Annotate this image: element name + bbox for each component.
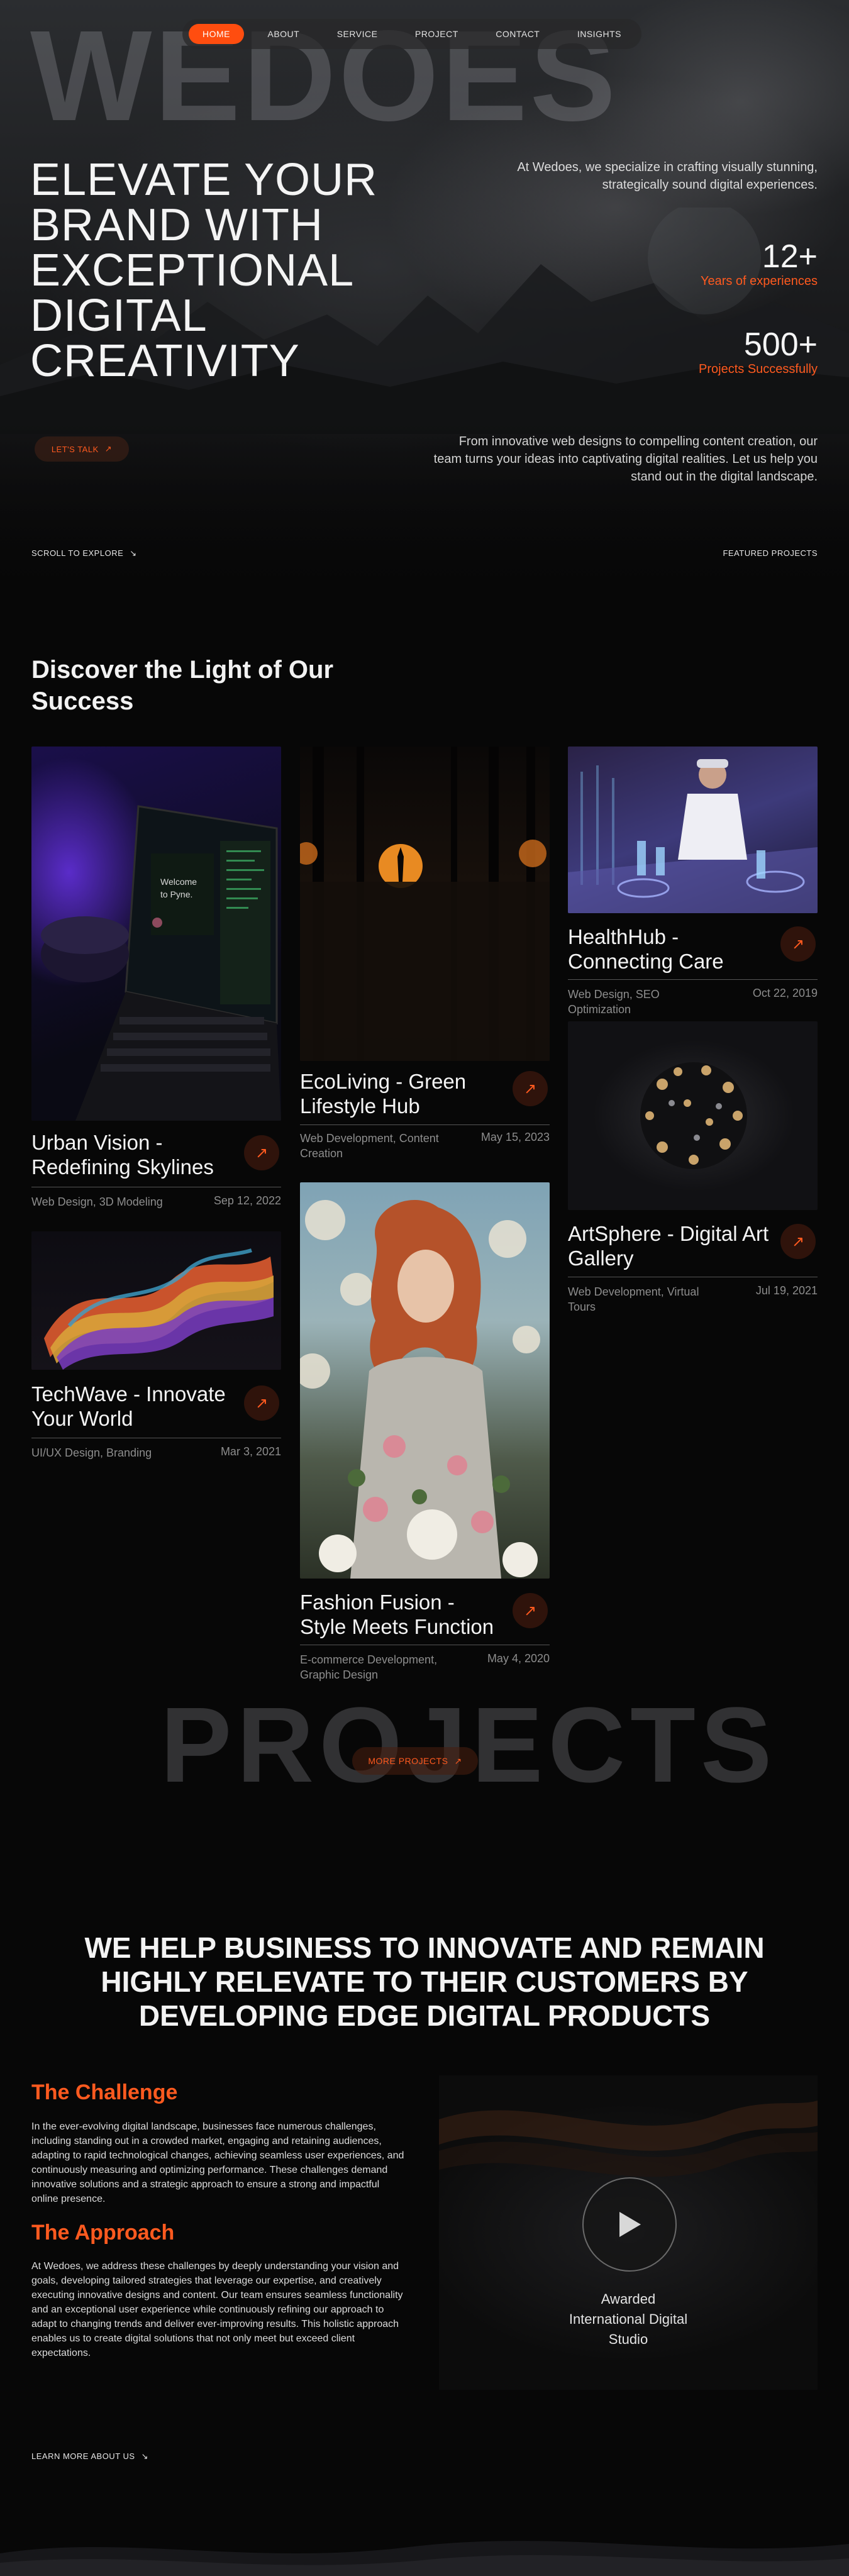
play-button[interactable] [582,2177,677,2272]
arrow-up-right-icon[interactable]: ↗ [244,1385,279,1421]
project-date-healthhub: Oct 22, 2019 [752,987,818,999]
project-tags-healthhub: Web Design, SEO Optimization [568,988,660,1016]
laptop-illustration: Welcome to Pyne. [41,805,281,1121]
colorful-wave-illustration [44,1248,274,1370]
nav-item-project[interactable]: PROJECT [401,24,472,44]
nav-item-contact[interactable]: CONTACT [482,24,553,44]
arrow-up-right-icon[interactable]: ↗ [244,1135,279,1170]
hero-description: From innovative web designs to compellin… [433,435,818,484]
play-icon [619,2212,641,2237]
nav-item-home[interactable]: HOME [189,24,244,44]
arrow-up-right-icon[interactable]: ↗ [780,1224,816,1259]
dark-sphere-illustration [640,1062,747,1169]
projects-heading: Discover the Light of Our Success [31,656,334,715]
award-caption: Awarded International Digital Studio [569,2291,688,2347]
svg-text:Welcome: Welcome [160,877,197,887]
project-title-healthhub[interactable]: HealthHub - Connecting Care [568,924,769,974]
portrait-flowers-illustration [300,1200,540,1579]
project-title-fashion-fusion[interactable]: Fashion Fusion - Style Meets Function [300,1590,501,1639]
approach-text: At Wedoes, we address these challenges b… [31,2261,403,2358]
project-image-fashion-fusion[interactable] [300,1182,550,1579]
scroll-to-explore-link[interactable]: SCROLL TO EXPLORE ↘ [31,548,137,558]
card-divider [300,1124,550,1125]
project-date-techwave: Mar 3, 2021 [220,1445,281,1458]
hero-intro: At Wedoes, we specialize in crafting vis… [517,160,818,192]
learn-more-label: LEARN MORE ABOUT US [31,2451,135,2461]
project-image-urban-vision[interactable]: Welcome to Pyne. [31,747,281,1121]
project-image-artsphere[interactable] [568,1021,818,1210]
main-nav: HOME ABOUT SERVICE PROJECT CONTACT INSIG… [182,19,641,49]
project-date-fashion-fusion: May 4, 2020 [487,1652,550,1665]
challenge-title: The Challenge [31,2080,178,2104]
project-title-techwave[interactable]: TechWave - Innovate Your World [31,1382,233,1431]
project-tags-urban-vision: Web Design, 3D Modeling [31,1196,163,1208]
svg-text:to Pyne.: to Pyne. [160,889,192,899]
project-title-ecoliving[interactable]: EcoLiving - Green Lifestyle Hub [300,1069,501,1118]
lets-talk-button[interactable]: LET'S TALK ↗ [35,436,129,462]
project-tags-artsphere: Web Development, Virtual Tours [568,1285,699,1313]
more-projects-button[interactable]: MORE PROJECTS ↗ [352,1747,478,1775]
project-image-techwave[interactable] [31,1231,281,1370]
project-date-urban-vision: Sep 12, 2022 [213,1194,281,1207]
projects-watermark: PROJECTS [160,1685,777,1805]
arrow-down-right-icon: ↘ [130,548,137,558]
featured-projects-label: FEATURED PROJECTS [723,548,818,558]
hero-title: ELEVATE YOUR BRAND WITH EXCEPTIONAL DIGI… [30,155,378,386]
challenge-text: In the ever-evolving digital landscape, … [31,2121,404,2204]
card-divider [568,979,818,980]
footer-wave-decoration [0,2541,849,2576]
forest-sunset-illustration [300,747,550,1061]
project-image-healthhub[interactable] [568,747,818,913]
arrow-up-right-icon: ↗ [104,444,113,453]
project-date-artsphere: Jul 19, 2021 [755,1284,818,1297]
mission-statement: WE HELP BUSINESS TO INNOVATE AND REMAIN … [84,1931,765,2032]
more-projects-label: MORE PROJECTS [368,1756,448,1766]
stat-projects-label: Projects Successfully [699,362,818,376]
learn-more-link[interactable]: LEARN MORE ABOUT US ↘ [31,2451,148,2462]
arrow-down-right-icon: ↘ [141,2451,148,2461]
hero-section: WEDOES HOME ABOUT SERVICE PROJECT CONTAC… [0,0,849,585]
approach-title: The Approach [31,2221,175,2245]
stat-projects: 500+ Projects Successfully [699,327,818,377]
scroll-label: SCROLL TO EXPLORE [31,548,124,558]
arrow-up-right-icon: ↗ [454,1755,462,1766]
project-date-ecoliving: May 15, 2023 [480,1131,550,1143]
nav-item-service[interactable]: SERVICE [323,24,392,44]
stat-projects-value: 500+ [743,326,818,363]
lab-scientist-illustration [568,759,818,913]
stat-years: 12+ Years of experiences [701,239,818,289]
stat-years-value: 12+ [762,238,818,275]
project-tags-ecoliving: Web Development, Content Creation [300,1132,439,1160]
project-title-urban-vision[interactable]: Urban Vision - Redefining Skylines [31,1130,233,1179]
arrow-up-right-icon[interactable]: ↗ [513,1593,548,1628]
arrow-up-right-icon[interactable]: ↗ [513,1071,548,1106]
showreel-video[interactable]: Awarded International Digital Studio [439,2075,818,2390]
lets-talk-label: LET'S TALK [51,444,99,454]
nav-item-about[interactable]: ABOUT [253,24,313,44]
project-image-ecoliving[interactable] [300,747,550,1061]
nav-item-insights[interactable]: INSIGHTS [563,24,635,44]
arrow-up-right-icon[interactable]: ↗ [780,926,816,962]
project-tags-techwave: UI/UX Design, Branding [31,1446,152,1459]
project-title-artsphere[interactable]: ArtSphere - Digital Art Gallery [568,1221,769,1270]
stat-years-label: Years of experiences [700,274,818,288]
project-tags-fashion-fusion: E-commerce Development, Graphic Design [300,1653,438,1681]
